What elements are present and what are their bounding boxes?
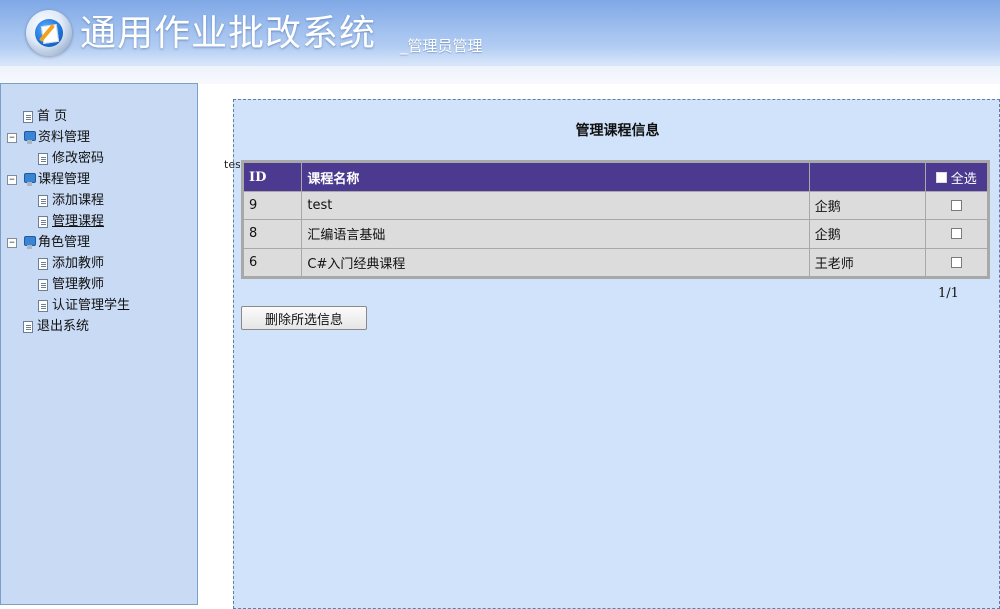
sidebar-item-logout[interactable]: 退出系统 bbox=[1, 316, 197, 337]
app-subtitle: _管理员管理 bbox=[400, 37, 483, 55]
select-all-label: 全选 bbox=[950, 171, 977, 187]
row-checkbox[interactable] bbox=[950, 200, 962, 212]
sidebar-item-label: 资料管理 bbox=[38, 130, 91, 145]
cell-teacher: 王老师 bbox=[809, 248, 925, 276]
row-checkbox[interactable] bbox=[950, 256, 962, 268]
column-header-teacher bbox=[809, 163, 925, 191]
page-icon bbox=[38, 278, 48, 291]
notepad-pencil-icon bbox=[26, 10, 72, 56]
page-icon bbox=[38, 152, 48, 165]
page-icon bbox=[23, 110, 33, 123]
folder-icon bbox=[23, 236, 36, 249]
cell-course-name: test bbox=[302, 192, 809, 220]
sidebar-item-label: 角色管理 bbox=[38, 235, 91, 250]
sidebar-item-label: 修改密码 bbox=[52, 151, 105, 166]
sidebar-item-manage-teacher[interactable]: 管理教师 bbox=[1, 274, 197, 295]
sidebar-item-label: 管理课程 bbox=[52, 214, 105, 229]
cell-select bbox=[925, 220, 987, 248]
page-icon bbox=[23, 320, 33, 333]
cell-teacher: 企鹅 bbox=[809, 192, 925, 220]
sidebar-item-label: 添加课程 bbox=[52, 193, 105, 208]
column-header-course-name: 课程名称 bbox=[302, 163, 809, 191]
collapse-icon[interactable]: − bbox=[7, 175, 17, 185]
sidebar-item-course-management[interactable]: − 课程管理 bbox=[1, 169, 197, 190]
sidebar-item-manage-course[interactable]: 管理课程 bbox=[1, 211, 197, 232]
header-strip bbox=[0, 66, 1000, 84]
cell-id: 9 bbox=[244, 192, 302, 220]
nav-tree: 首 页 − 资料管理 修改密码 − 课程管理 添加课程 管理课程 − 角色管理 … bbox=[1, 106, 197, 337]
table-row: 8 汇编语言基础 企鹅 bbox=[244, 220, 987, 248]
table-row: 9 test 企鹅 bbox=[244, 192, 987, 220]
cell-teacher: 企鹅 bbox=[809, 220, 925, 248]
sidebar-item-label: 课程管理 bbox=[38, 172, 91, 187]
sidebar-item-label: 认证管理学生 bbox=[52, 298, 131, 313]
stray-text: test bbox=[224, 158, 240, 171]
select-all-header[interactable]: 全选 bbox=[925, 163, 987, 191]
table-header-row: ID 课程名称 全选 bbox=[244, 163, 987, 191]
sidebar-item-role-management[interactable]: − 角色管理 bbox=[1, 232, 197, 253]
sidebar-item-change-password[interactable]: 修改密码 bbox=[1, 148, 197, 169]
cell-select bbox=[925, 248, 987, 276]
sidebar-item-add-course[interactable]: 添加课程 bbox=[1, 190, 197, 211]
cell-select bbox=[925, 192, 987, 220]
cell-course-name: C#入门经典课程 bbox=[302, 248, 809, 276]
app-title: 通用作业批改系统 bbox=[80, 13, 377, 54]
sidebar-item-verify-students[interactable]: 认证管理学生 bbox=[1, 295, 197, 316]
table-row: 6 C#入门经典课程 王老师 bbox=[244, 248, 987, 276]
collapse-icon[interactable]: − bbox=[7, 238, 17, 248]
row-checkbox[interactable] bbox=[950, 228, 962, 240]
sidebar-item-profile[interactable]: − 资料管理 bbox=[1, 127, 197, 148]
cell-id: 6 bbox=[244, 248, 302, 276]
header-banner: 通用作业批改系统 _管理员管理 bbox=[0, 0, 1000, 66]
select-all-checkbox[interactable] bbox=[935, 171, 947, 183]
sidebar: 首 页 − 资料管理 修改密码 − 课程管理 添加课程 管理课程 − 角色管理 … bbox=[0, 83, 198, 605]
pagination-indicator: 1/1 bbox=[938, 286, 959, 301]
page-icon bbox=[38, 215, 48, 228]
cell-id: 8 bbox=[244, 220, 302, 248]
folder-icon bbox=[23, 173, 36, 186]
sidebar-item-label: 添加教师 bbox=[52, 256, 105, 271]
sidebar-item-label: 退出系统 bbox=[37, 319, 90, 334]
sidebar-item-label: 首 页 bbox=[37, 109, 68, 124]
page-icon bbox=[38, 194, 48, 207]
page-icon bbox=[38, 257, 48, 270]
sidebar-item-add-teacher[interactable]: 添加教师 bbox=[1, 253, 197, 274]
collapse-icon[interactable]: − bbox=[7, 133, 17, 143]
sidebar-item-label: 管理教师 bbox=[52, 277, 105, 292]
page-icon bbox=[38, 299, 48, 312]
sidebar-item-home[interactable]: 首 页 bbox=[1, 106, 197, 127]
course-table: ID 课程名称 全选 9 test 企鹅 8 汇编语言基础 企鹅 6 C#入门经… bbox=[241, 160, 990, 279]
delete-selected-button[interactable]: 删除所选信息 bbox=[241, 306, 367, 330]
folder-icon bbox=[23, 131, 36, 144]
column-header-id: ID bbox=[244, 163, 302, 191]
cell-course-name: 汇编语言基础 bbox=[302, 220, 809, 248]
page-title: 管理课程信息 bbox=[575, 123, 660, 139]
